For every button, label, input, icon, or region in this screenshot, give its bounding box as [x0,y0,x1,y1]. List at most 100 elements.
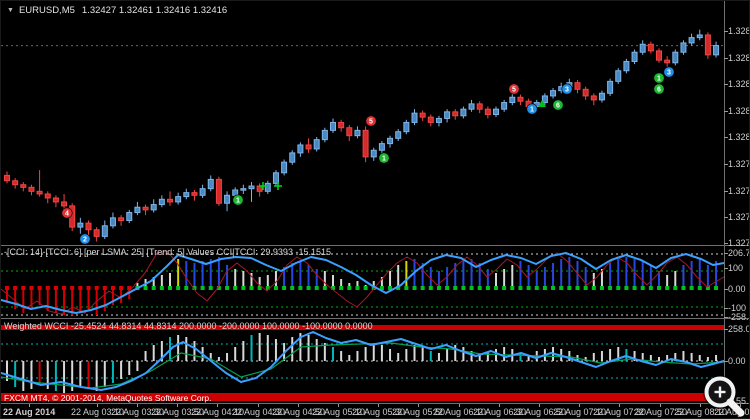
candle-body [207,178,214,190]
time-tick [29,404,30,407]
dropdown-arrow-icon[interactable]: ▼ [7,7,14,14]
axis-tick [724,268,728,269]
tcci-line [1,252,725,314]
price-axis-label: 1.32825 [728,106,750,116]
time-tick [660,404,661,407]
candle-body [313,139,320,150]
time-tick [579,404,580,407]
time-tick [177,404,178,407]
candle-body [631,51,638,62]
trend-square [290,286,295,290]
axis-tick [724,191,728,192]
candle-body [623,60,630,72]
time-tick [258,404,259,407]
candle-body [134,206,141,214]
trend-square [673,286,678,290]
indicator1-label: -[CCI: 14]-[TCCI: 6] [per LSMA: 25] [Tre… [4,247,331,257]
trend-square [477,286,482,290]
signal-marker-number: 4 [65,211,69,218]
candle-body [20,184,27,188]
price-axis-label: 1.32745 [728,212,750,222]
trend-square [45,286,50,290]
trend-square [70,286,75,290]
candle-body [232,189,239,196]
candle-body [354,129,361,137]
axis-tick [724,217,728,218]
trend-square [176,286,181,290]
trend-square [640,286,645,290]
candle-body [476,103,483,110]
chart-graphics[interactable]: 421515163163 [1,1,750,419]
wcci-signal-line [1,342,725,389]
candle-body [672,51,679,64]
price-axis-label: 1.32785 [728,159,750,169]
price-axis-label: 1.32845 [728,79,750,89]
axis-tick [724,164,728,165]
mt4-chart-window: 421515163163 ▼ EURUSD,M5 1.32427 1.32461 1… [0,0,750,419]
axis-tick [724,84,728,85]
candle-body [118,217,125,221]
candle-body [305,144,312,150]
trend-square [5,286,9,290]
time-tick [499,404,500,407]
trend-square [225,286,230,290]
trend-square [697,286,702,290]
symbol-timeframe: EURUSD,M5 [18,5,75,16]
candle-body [215,178,222,204]
candle-body [248,185,255,190]
signal-marker-number: 1 [657,76,661,83]
candle-body [199,188,206,196]
candle-body [574,82,581,90]
trend-square [542,286,547,290]
trend-square [347,286,352,290]
candle-body [281,161,288,174]
chart-title: ▼ EURUSD,M5 1.32427 1.32461 1.32416 1.3241… [7,5,227,16]
candle-body [297,144,304,154]
candle-body [713,45,720,56]
candle-body [550,90,557,97]
trend-square [494,286,498,290]
zoom-magnifier-icon[interactable] [701,373,749,419]
candle-body [582,88,589,97]
candle-body [484,108,491,115]
candle-body [460,108,467,117]
trend-square [13,286,18,290]
trend-square [159,286,164,290]
candle-body [468,103,475,110]
trend-square [428,286,433,290]
candle-body [598,92,605,101]
trend-square [445,286,450,290]
trend-square [681,286,686,290]
trend-square [241,286,246,290]
time-tick [298,404,299,407]
signal-marker-number: 1 [236,198,240,205]
trend-square [575,286,580,290]
price-axis-label: 1.32725 [728,238,750,248]
trend-square [62,286,67,290]
trend-square [29,286,34,290]
trend-square [412,286,417,290]
trend-square [273,286,278,290]
signal-marker-number: 1 [382,156,386,163]
candle-body [330,121,336,131]
trend-square [306,286,311,290]
axis-tick [724,243,728,244]
copyright-banner: FXCM MT4, © 2001-2014, MetaQuotes Softwa… [4,393,212,403]
candle-body [370,149,377,158]
price-axis-label: 206.7351 [728,248,749,258]
trend-square [249,286,254,290]
candle-body [338,121,345,129]
axis-tick [724,253,728,254]
candle-body [387,137,394,145]
price-axis-label: 258.0397 [728,324,749,334]
trend-square [436,286,441,290]
trend-square [314,286,319,290]
price-axis-label: 100 [728,263,744,273]
candle-body [444,111,451,119]
time-tick [137,404,138,407]
axis-tick [724,137,728,138]
candle-body [289,152,296,163]
trend-square [583,286,588,290]
candle-body [395,131,402,139]
candle-body [435,117,442,123]
